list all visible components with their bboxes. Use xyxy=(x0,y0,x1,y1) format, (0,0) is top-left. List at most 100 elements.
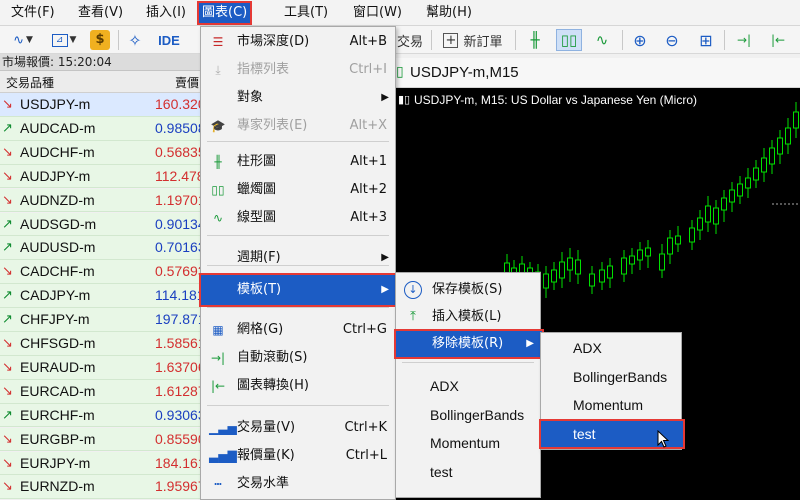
chart-menu-item[interactable]: ┅ 交易水準 xyxy=(201,471,397,497)
chart-menu-item[interactable]: ▃▅▇ 報價量(K) Ctrl+L xyxy=(201,443,397,469)
shortcut-label: Ctrl+L xyxy=(345,448,387,463)
symbol-name: AUDCAD-m xyxy=(20,119,96,136)
menu-insert[interactable]: 插入(I) xyxy=(143,3,189,23)
shortcut-label: Alt+B xyxy=(349,34,387,49)
chart-menu-item[interactable]: ∿ 線型圖 Alt+3 xyxy=(201,205,397,231)
save-template-item[interactable]: ↓ 保存模板(S) xyxy=(396,277,542,303)
market-watch-row[interactable]: ↘ AUDCHF-m 0.56835 xyxy=(0,140,206,165)
market-watch-row[interactable]: ↗ CADJPY-m 114.181 xyxy=(0,284,205,308)
market-watch-row[interactable]: ↘ EURGBP-m 0.85590 xyxy=(0,427,206,452)
load-template-item[interactable]: ⤒ 插入模板(L) xyxy=(396,304,542,330)
chart-menu-item[interactable]: ☰ 市場深度(D) Alt+B xyxy=(201,29,397,55)
arrow-down-right-icon: ↘ xyxy=(2,430,13,446)
chart-menu-item[interactable]: |← 圖表轉換(H) xyxy=(201,373,397,399)
symbol-name: AUDSGD-m xyxy=(20,215,97,232)
ide-button[interactable]: IDE xyxy=(154,29,184,51)
chart-menu-item[interactable]: 週期(F) ▶ xyxy=(201,245,397,271)
arrow-up-right-icon: ↗ xyxy=(2,239,13,255)
new-order-label: 新訂單 xyxy=(463,34,503,50)
market-watch-row[interactable]: ↘ EURNZD-m 1.95967 xyxy=(0,475,206,500)
bid-price: 1.63706 xyxy=(155,358,206,375)
zoom-in-icon[interactable]: ⊕ xyxy=(628,29,652,51)
remove-template-option[interactable]: ADX xyxy=(541,335,683,361)
candle-body xyxy=(713,207,719,225)
chart-window-header[interactable]: ▯ USDJPY-m,M15 xyxy=(392,58,800,88)
auto-scroll-icon[interactable]: →| xyxy=(730,29,758,51)
candle-body xyxy=(659,253,665,271)
chart-menu-item[interactable]: ⤓ 指標列表 Ctrl+I xyxy=(201,57,397,83)
template-item[interactable]: test xyxy=(396,459,542,485)
sparkle-icon[interactable]: ✧ xyxy=(124,29,146,51)
dollar-icon[interactable]: $ xyxy=(89,29,111,51)
market-watch-row[interactable]: ↘ AUDNZD-m 1.19701 xyxy=(0,188,206,213)
market-watch-row[interactable]: ↗ EURCHF-m 0.93063 xyxy=(0,403,206,428)
candle-body xyxy=(745,177,751,189)
zoom-out-icon[interactable]: ⊖ xyxy=(660,29,684,51)
arrow-up-right-icon: ↗ xyxy=(2,215,13,231)
chart-menu-item[interactable]: ▦ 網格(G) Ctrl+G xyxy=(201,317,397,343)
market-watch-row[interactable]: ↗ AUDSGD-m 0.90134 xyxy=(0,212,206,237)
chart-menu-item[interactable]: ▁▃▅ 交易量(V) Ctrl+K xyxy=(201,415,397,441)
candle-body xyxy=(599,269,605,283)
remove-template-item[interactable]: 移除模板(R) ▶ xyxy=(394,329,544,359)
chart-shift-icon[interactable]: |← xyxy=(764,29,792,51)
template-submenu: ↓ 保存模板(S) ⤒ 插入模板(L) 移除模板(R) ▶ ADX Bolling… xyxy=(394,272,544,498)
menu-window[interactable]: 窗口(W) xyxy=(350,3,405,23)
menu-help[interactable]: 幫助(H) xyxy=(423,3,475,23)
symbol-name: AUDNZD-m xyxy=(20,191,95,208)
bid-price: 0.98508 xyxy=(155,119,206,136)
bid-price: 112.478 xyxy=(155,167,205,184)
arrow-up-right-icon: ↗ xyxy=(2,119,13,135)
market-watch-row[interactable]: ↗ AUDCAD-m 0.98508 xyxy=(0,116,206,141)
chart-menu-item[interactable]: →| 自動滾動(S) xyxy=(201,345,397,371)
menu-bar: 文件(F) 查看(V) 插入(I) 圖表(C) 工具(T) 窗口(W) 幫助(H… xyxy=(0,0,800,26)
candle-body xyxy=(729,189,735,203)
chart-menu-item[interactable]: 對象 ▶ xyxy=(201,85,397,111)
chart-window-icon: ⊿ xyxy=(51,33,68,47)
chart-menu-item[interactable]: ▯▯ 蠟燭圖 Alt+2 xyxy=(201,177,397,203)
market-watch-row[interactable]: ↘ EURJPY-m 184.161 xyxy=(0,451,206,476)
chart-shift-icon: |← xyxy=(210,379,226,393)
template-item[interactable]: ADX xyxy=(396,373,542,399)
grid-icon: ▦ xyxy=(212,323,224,337)
bid-price: 160.320 xyxy=(155,96,206,112)
chart-type-dropdown[interactable]: ∿ ▼ xyxy=(6,29,40,51)
arrow-down-right-icon: ↘ xyxy=(2,96,13,111)
template-item[interactable]: BollingerBands xyxy=(396,402,542,428)
menu-tools[interactable]: 工具(T) xyxy=(281,3,331,23)
column-bid[interactable]: 賣價 xyxy=(175,74,199,91)
market-watch-row[interactable]: ↘ AUDJPY-m 112.478 xyxy=(0,164,205,189)
remove-template-option[interactable]: Momentum xyxy=(541,392,683,418)
market-watch-row[interactable]: ↘ CADCHF-m 0.57693 xyxy=(0,260,206,285)
market-watch-row[interactable]: ↗ AUDUSD-m 0.70163 xyxy=(0,236,206,261)
market-watch-row[interactable]: ↗ CHFJPY-m 197.871 xyxy=(0,308,206,332)
market-watch-row[interactable]: ↘ EURCAD-m 1.61287 xyxy=(0,379,206,404)
chart-menu: ☰ 市場深度(D) Alt+B ⤓ 指標列表 Ctrl+I 對象 ▶ 🎓 專家列表(E) Alt+X… xyxy=(199,26,399,500)
new-order-button[interactable]: + 新訂單 xyxy=(437,29,509,51)
bar-chart-icon[interactable]: ╫ xyxy=(523,29,547,51)
market-watch-row[interactable]: ↘ CHFSGD-m 1.58561 xyxy=(0,332,206,356)
auto-scroll-icon: →| xyxy=(210,351,226,365)
menu-view[interactable]: 查看(V) xyxy=(75,3,126,23)
candlestick-icon[interactable]: ▯▯ xyxy=(556,29,582,51)
menu-file[interactable]: 文件(F) xyxy=(8,3,58,23)
save-template-icon: ↓ xyxy=(404,281,422,299)
timeframe-dropdown[interactable]: ⊿ ▼ xyxy=(46,29,82,51)
market-watch-row[interactable]: ↘ EURAUD-m 1.63706 xyxy=(0,355,206,380)
market-watch-row[interactable]: ↘ USDJPY-m 160.320 xyxy=(0,93,206,117)
market-depth-icon: ☰ xyxy=(212,35,224,49)
column-symbol[interactable]: 交易品種 xyxy=(6,74,54,91)
grid-icon[interactable]: ⊞ xyxy=(694,29,718,51)
mouse-cursor-icon xyxy=(657,430,670,448)
candle-body xyxy=(793,111,799,129)
candle-body xyxy=(559,261,565,279)
remove-template-option[interactable]: BollingerBands xyxy=(541,364,683,390)
bar-chart-icon: ╫ xyxy=(214,155,222,169)
chart-menu-item[interactable]: 模板(T) ▶ xyxy=(199,273,399,307)
line-chart-icon[interactable]: ∿ xyxy=(590,29,614,51)
chart-menu-item[interactable]: ╫ 柱形圖 Alt+1 xyxy=(201,149,397,175)
candle-body xyxy=(705,205,711,223)
chart-menu-item[interactable]: 🎓 專家列表(E) Alt+X xyxy=(201,113,397,139)
template-item[interactable]: Momentum xyxy=(396,430,542,456)
menu-chart[interactable]: 圖表(C) xyxy=(196,1,253,25)
